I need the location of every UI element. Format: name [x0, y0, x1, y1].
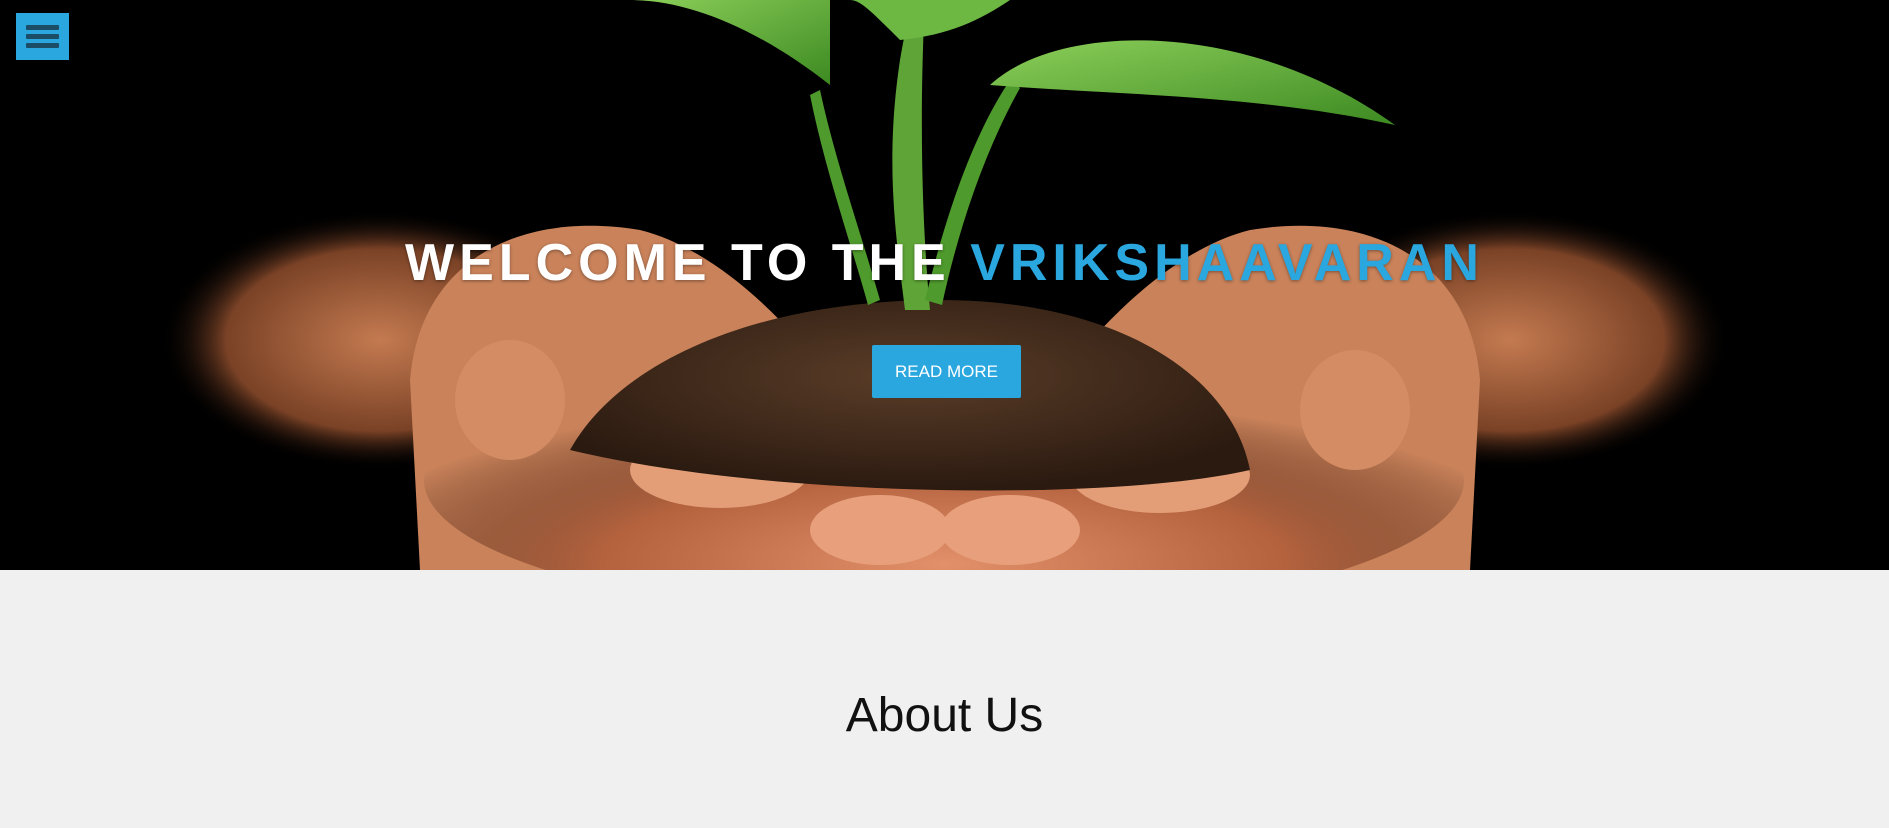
menu-icon-bar	[26, 43, 59, 48]
hero-title-prefix: WELCOME TO THE	[405, 234, 971, 292]
hero-title-highlight: VRIKSHAAVARAN	[970, 234, 1484, 292]
hamburger-menu-button[interactable]	[16, 13, 69, 60]
read-more-button[interactable]: READ MORE	[872, 345, 1021, 398]
menu-icon-bar	[26, 34, 59, 39]
hamburger-menu-icon	[26, 25, 59, 30]
hero-section: WELCOME TO THE VRIKSHAAVARAN READ MORE	[0, 0, 1889, 570]
hero-title: WELCOME TO THE VRIKSHAAVARAN	[0, 233, 1889, 293]
about-us-heading: About Us	[845, 689, 1044, 742]
